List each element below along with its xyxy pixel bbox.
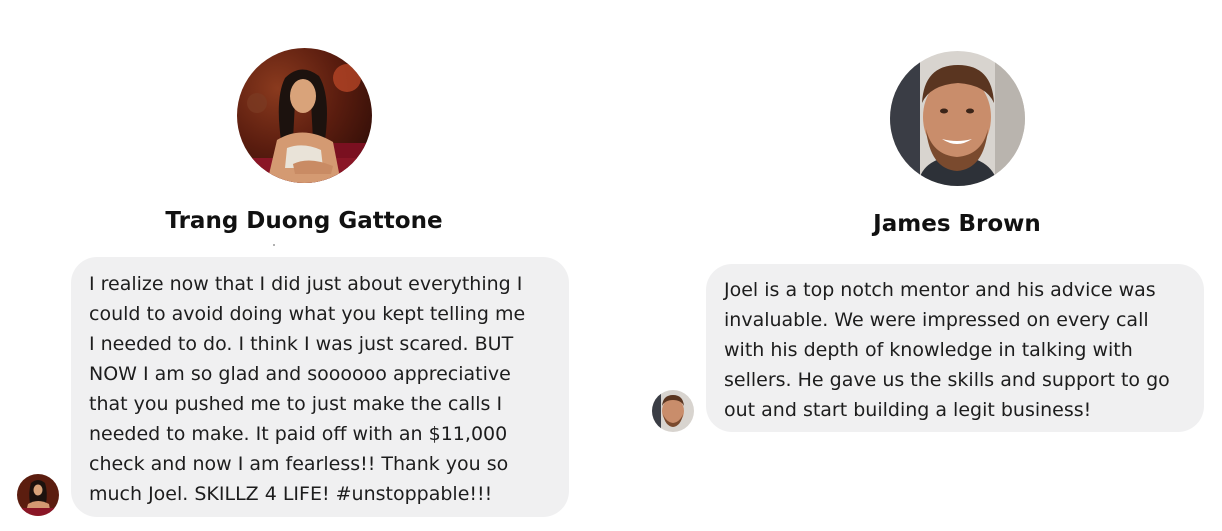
testimonial-1-small-avatar — [17, 474, 59, 516]
testimonial-2-small-avatar — [652, 390, 694, 432]
testimonial-1-name: Trang Duong Gattone — [165, 208, 443, 234]
decorative-dot — [273, 244, 275, 246]
testimonial-2-message-text: Joel is a top notch mentor and his advic… — [724, 279, 1170, 421]
testimonial-1-avatar — [237, 48, 372, 183]
testimonial-2-message-bubble: Joel is a top notch mentor and his advic… — [706, 264, 1204, 432]
bearded-man-thumbnail-icon — [652, 390, 694, 432]
bearded-man-portrait-photo-icon — [890, 51, 1025, 186]
woman-portrait-thumbnail-icon — [17, 474, 59, 516]
woman-portrait-photo-icon — [237, 48, 372, 183]
testimonial-2-avatar — [890, 51, 1025, 186]
testimonial-1-message-text: I realize now that I did just about ever… — [89, 273, 526, 505]
testimonial-2-name: James Brown — [873, 211, 1041, 237]
testimonial-1-message-bubble: I realize now that I did just about ever… — [71, 257, 569, 517]
